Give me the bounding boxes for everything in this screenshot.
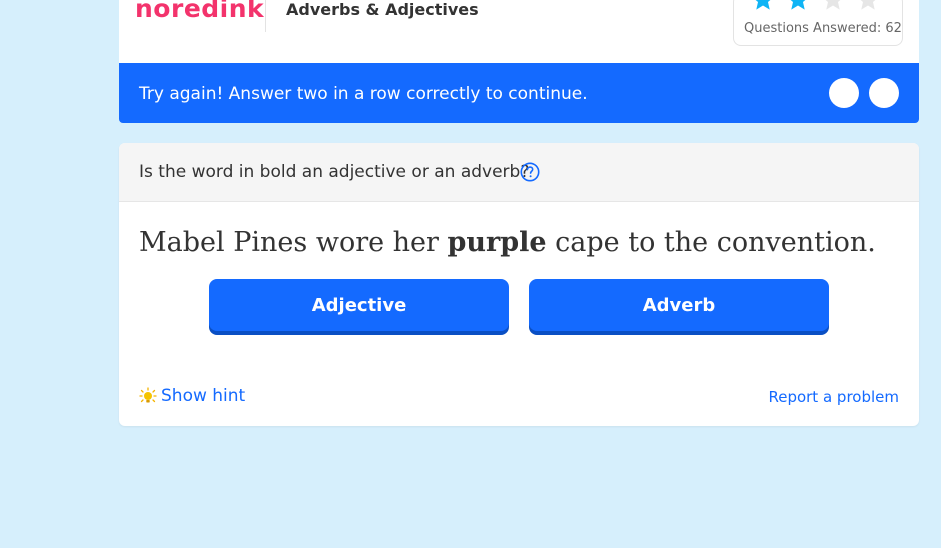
- question-circle-icon[interactable]: [520, 162, 540, 182]
- feedback-banner: Try again! Answer two in a row correctly…: [119, 63, 919, 123]
- noredink-logo[interactable]: noredink: [135, 0, 264, 23]
- header-divider: [265, 0, 266, 32]
- sentence-before: Mabel Pines wore her: [139, 227, 448, 258]
- lightbulb-icon: [139, 387, 157, 403]
- star-empty-icon: [860, 0, 876, 10]
- show-hint-button[interactable]: Show hint: [139, 386, 245, 406]
- question-sentence: Mabel Pines wore her purple cape to the …: [139, 227, 876, 258]
- star-rating: [750, 0, 881, 13]
- show-hint-label: Show hint: [161, 386, 246, 406]
- sentence-bold-word: purple: [447, 227, 547, 258]
- banner-message: Try again! Answer two in a row correctly…: [139, 84, 588, 104]
- sentence-after: cape to the convention.: [546, 227, 876, 258]
- question-header: Is the word in bold an adjective or an a…: [119, 143, 919, 202]
- progress-dot: [829, 78, 859, 108]
- star-filled-icon: [755, 0, 771, 10]
- header-card: noredink Adverbs & Adjectives Questions …: [119, 0, 919, 63]
- adverb-button[interactable]: Adverb: [529, 279, 829, 331]
- star-empty-icon: [825, 0, 841, 10]
- progress-dot: [869, 78, 899, 108]
- topic-title: Adverbs & Adjectives: [286, 0, 479, 19]
- star-filled-icon: [790, 0, 806, 10]
- progress-box: Questions Answered: 62: [733, 0, 903, 46]
- adjective-button[interactable]: Adjective: [209, 279, 509, 331]
- question-prompt: Is the word in bold an adjective or an a…: [139, 162, 530, 182]
- report-problem-link[interactable]: Report a problem: [768, 388, 899, 406]
- questions-answered: Questions Answered: 62: [744, 21, 902, 36]
- question-card: Is the word in bold an adjective or an a…: [119, 143, 919, 426]
